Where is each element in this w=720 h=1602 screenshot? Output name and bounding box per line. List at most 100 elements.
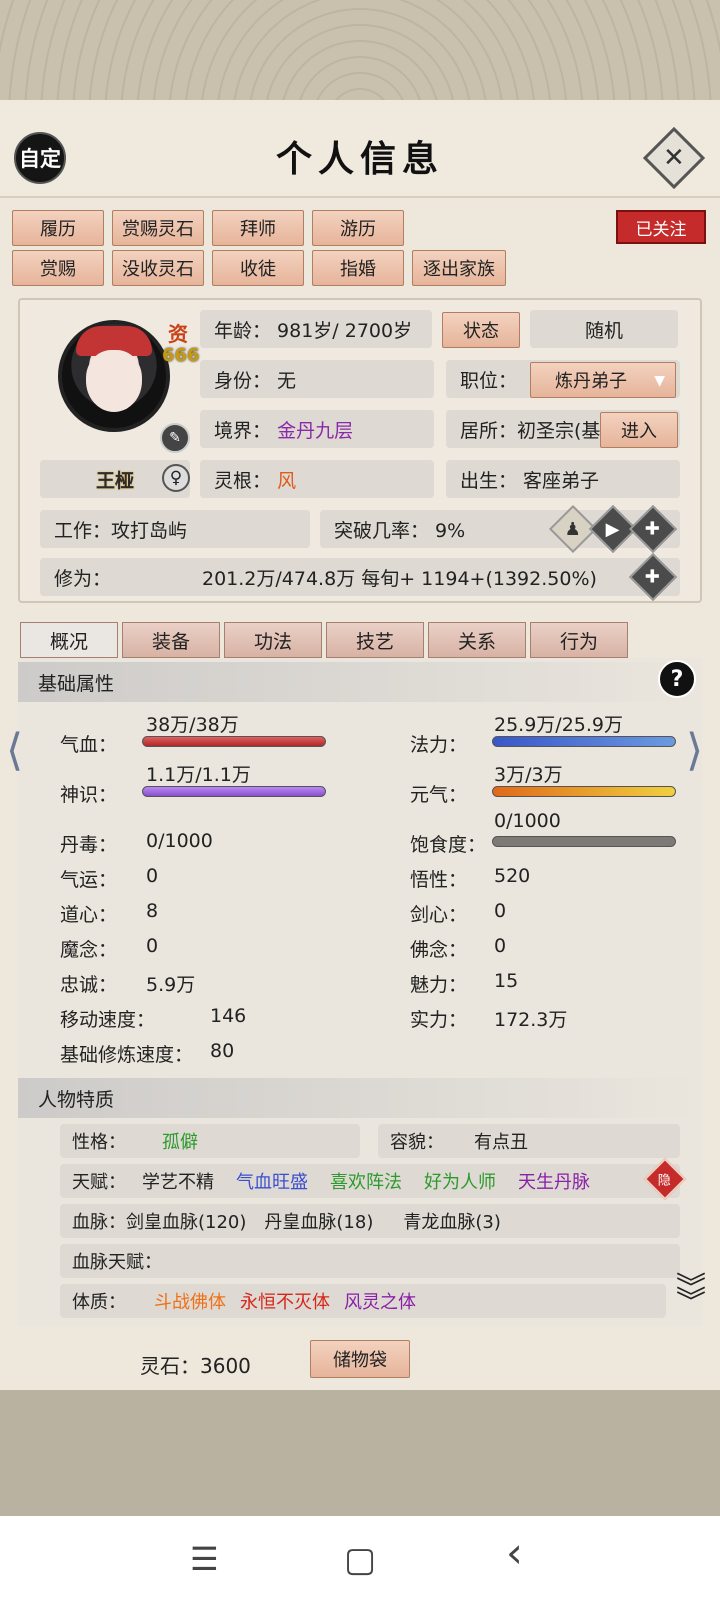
- talent-item[interactable]: 喜欢阵法: [330, 1168, 402, 1194]
- satiety-label: 饱食度：: [410, 834, 487, 856]
- bloodline-talent-row: 血脉天赋：: [60, 1244, 680, 1278]
- basic-attributes-heading: 基础属性: [18, 662, 702, 702]
- bloodline-item[interactable]: 剑皇血脉(120): [126, 1208, 246, 1234]
- root-value: 风: [277, 469, 297, 492]
- vigor-label: 元气：: [410, 784, 468, 806]
- history-button[interactable]: 履历: [12, 210, 104, 246]
- satiety-value: 0/1000: [494, 810, 561, 832]
- satiety-bar: [492, 836, 676, 847]
- insight-label: 悟性：: [410, 869, 468, 891]
- talent-label: 天赋：: [72, 1172, 126, 1193]
- buddha-value: 0: [494, 935, 507, 957]
- apprentice-button[interactable]: 拜师: [212, 210, 304, 246]
- physique-item[interactable]: 风灵之体: [344, 1288, 416, 1314]
- sword-label: 剑心：: [410, 904, 468, 926]
- menu-icon[interactable]: ☰: [190, 1540, 219, 1578]
- tab-relations[interactable]: 关系: [428, 622, 526, 658]
- loyalty-value: 5.9万: [146, 974, 196, 996]
- reward-button[interactable]: 赏赐: [12, 250, 104, 286]
- mana-value: 25.9万/25.9万: [494, 714, 624, 736]
- mana-bar: [492, 736, 676, 747]
- random-button[interactable]: 随机: [530, 310, 678, 348]
- traits-heading: 人物特质: [18, 1078, 702, 1118]
- personality-label: 性格：: [72, 1132, 126, 1153]
- arrange-marriage-button[interactable]: 指婚: [312, 250, 404, 286]
- root-field: 灵根： 风: [200, 460, 434, 498]
- tab-skills[interactable]: 技艺: [326, 622, 424, 658]
- tab-equipment[interactable]: 装备: [122, 622, 220, 658]
- looks-value: 有点丑: [474, 1132, 528, 1153]
- take-disciple-button[interactable]: 收徒: [212, 250, 304, 286]
- physique-item[interactable]: 永恒不灭体: [240, 1288, 330, 1314]
- page-title: 个人信息: [275, 138, 444, 180]
- chevron-down-icon: ▼: [654, 373, 665, 389]
- poison-label: 丹毒：: [60, 834, 118, 856]
- talent-item[interactable]: 好为人师: [424, 1168, 496, 1194]
- hidden-label: 隐: [658, 1173, 672, 1189]
- talent-row: 天赋： 学艺不精 气血旺盛 喜欢阵法 好为人师 天生丹脉: [60, 1164, 680, 1198]
- speed-value: 146: [210, 1005, 247, 1027]
- spirit-bar: [142, 786, 326, 797]
- vigor-value: 3万/3万: [494, 764, 563, 786]
- avatar-face: [86, 350, 142, 412]
- work-field: 工作：攻打岛屿: [40, 510, 310, 548]
- power-label: 实力：: [410, 1009, 468, 1031]
- talent-item[interactable]: 气血旺盛: [236, 1168, 308, 1194]
- back-icon[interactable]: ‹: [506, 1528, 523, 1577]
- birth-field: 出生： 客座弟子: [446, 460, 680, 498]
- physique-item[interactable]: 斗战佛体: [154, 1288, 226, 1314]
- root-label: 灵根：: [214, 469, 272, 492]
- insight-value: 520: [494, 865, 531, 887]
- tab-behavior[interactable]: 行为: [530, 622, 628, 658]
- luck-value: 0: [146, 865, 159, 887]
- demon-label: 魔念：: [60, 939, 118, 961]
- train-speed-label: 基础修炼速度：: [60, 1044, 194, 1066]
- bloodline-talent-label: 血脉天赋：: [72, 1252, 162, 1273]
- age-field: 年龄： 981岁/ 2700岁: [200, 310, 432, 348]
- reward-stones-button[interactable]: 赏赐灵石: [112, 210, 204, 246]
- spirit-label: 神识：: [60, 784, 118, 806]
- dao-label: 道心：: [60, 904, 118, 926]
- auto-button[interactable]: 自定: [14, 132, 66, 184]
- tab-techniques[interactable]: 功法: [224, 622, 322, 658]
- spirit-value: 1.1万/1.1万: [146, 764, 251, 786]
- expel-button[interactable]: 逐出家族: [412, 250, 506, 286]
- scroll-down-icon[interactable]: ︾ ︾: [676, 1274, 706, 1318]
- bloodline-item[interactable]: 青龙血脉(3): [403, 1208, 501, 1234]
- vigor-bar: [492, 786, 676, 797]
- help-icon[interactable]: ?: [658, 660, 696, 698]
- realm-label: 境界：: [214, 419, 272, 442]
- status-button[interactable]: 状态: [442, 312, 520, 348]
- talent-item[interactable]: 天生丹脉: [518, 1168, 590, 1194]
- storage-bag-button[interactable]: 储物袋: [310, 1340, 410, 1378]
- identity-field: 身份： 无: [200, 360, 434, 398]
- tab-overview[interactable]: 概况: [20, 622, 118, 658]
- poison-value: 0/1000: [146, 830, 213, 852]
- home-icon[interactable]: ▢: [344, 1540, 376, 1580]
- charm-label: 魅力：: [410, 974, 468, 996]
- realm-value: 金丹九层: [277, 419, 354, 442]
- train-speed-value: 80: [210, 1040, 235, 1062]
- pen-icon[interactable]: ✎: [160, 423, 190, 453]
- talent-item[interactable]: 学艺不精: [142, 1168, 214, 1194]
- buddha-label: 佛念：: [410, 939, 468, 961]
- next-character-icon[interactable]: ⟩: [686, 725, 703, 776]
- position-select[interactable]: 炼丹弟子 ▼: [530, 362, 676, 398]
- position-value: 炼丹弟子: [555, 371, 627, 392]
- aptitude-label: 资: [168, 322, 188, 346]
- confiscate-stones-button[interactable]: 没收灵石: [112, 250, 204, 286]
- looks-label: 容貌：: [390, 1132, 444, 1153]
- aptitude-value: 666: [162, 345, 200, 366]
- followed-badge[interactable]: 已关注: [616, 210, 706, 244]
- prev-character-icon[interactable]: ⟨: [6, 725, 23, 776]
- bloodline-row: 血脉： 剑皇血脉(120) 丹皇血脉(18) 青龙血脉(3): [60, 1204, 680, 1238]
- travel-button[interactable]: 游历: [312, 210, 404, 246]
- sword-value: 0: [494, 900, 507, 922]
- bloodline-item[interactable]: 丹皇血脉(18): [264, 1208, 373, 1234]
- hp-value: 38万/38万: [146, 714, 239, 736]
- power-value: 172.3万: [494, 1009, 568, 1031]
- dao-value: 8: [146, 900, 159, 922]
- charm-value: 15: [494, 970, 519, 992]
- hp-bar: [142, 736, 326, 747]
- enter-button[interactable]: 进入: [600, 412, 678, 448]
